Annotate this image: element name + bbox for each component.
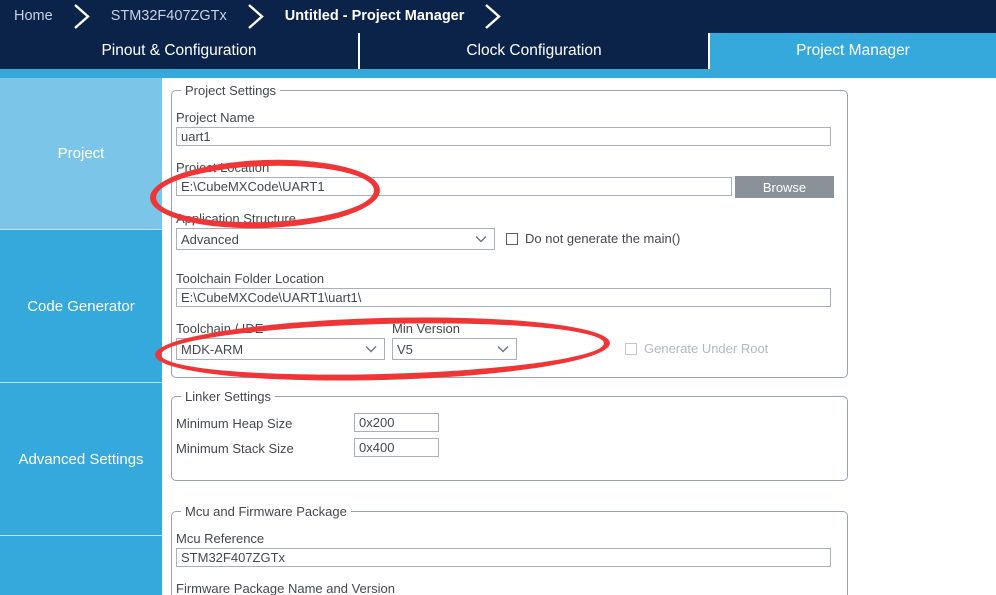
tab-project-manager[interactable]: Project Manager [710,33,996,69]
sidebar-item-advanced-settings[interactable]: Advanced Settings [0,383,162,536]
toolchain-folder-label: Toolchain Folder Location [176,271,325,286]
browse-button[interactable]: Browse [735,176,834,198]
breadcrumb: Home STM32F407ZGTx Untitled - Project Ma… [0,0,996,33]
chevron-down-icon [362,339,380,359]
sidebar-item-code-generator[interactable]: Code Generator [0,230,162,383]
chevron-down-icon [472,229,490,249]
application-structure-label: Application Structure [176,211,296,226]
minimum-heap-size-input[interactable]: 0x200 [354,413,439,432]
tab-clock-configuration[interactable]: Clock Configuration [360,33,710,69]
linker-settings-group-title: Linker Settings [181,389,275,404]
project-location-input[interactable]: E:\CubeMXCode\UART1 [176,177,732,196]
checkbox-icon[interactable] [506,232,518,245]
toolchain-ide-dropdown[interactable]: MDK-ARM [176,338,385,360]
project-settings-group-title: Project Settings [181,83,281,98]
mcu-reference-input[interactable]: STM32F407ZGTx [176,548,831,567]
linker-settings-group: Linker Settings [171,389,848,481]
tab-pinout-configuration[interactable]: Pinout & Configuration [0,33,360,69]
stm32cubemx-window: Home STM32F407ZGTx Untitled - Project Ma… [0,0,996,595]
minimum-stack-size-input[interactable]: 0x400 [354,438,439,457]
mcu-firmware-group-title: Mcu and Firmware Package [181,504,351,519]
minimum-heap-size-label: Minimum Heap Size [176,416,293,431]
chevron-right-icon [241,0,271,33]
chevron-down-icon [494,339,512,359]
minimum-stack-size-label: Minimum Stack Size [176,441,294,456]
checkbox-icon [625,342,637,355]
project-name-input[interactable]: uart1 [176,127,831,146]
tab-underline [0,69,996,78]
min-version-value: V5 [397,341,413,357]
do-not-generate-main-checkbox-row[interactable]: Do not generate the main() [506,231,680,246]
sidebar-item-project[interactable]: Project [0,78,162,230]
sidebar-item-partial[interactable] [0,536,162,595]
sidebar: Project Code Generator Advanced Settings [0,78,162,595]
do-not-generate-main-label: Do not generate the main() [525,231,681,246]
application-structure-dropdown[interactable]: Advanced [176,228,495,250]
project-location-label: Project Location [176,160,270,175]
min-version-dropdown[interactable]: V5 [392,338,517,360]
chevron-right-icon [67,0,97,33]
breadcrumb-item-current[interactable]: Untitled - Project Manager [271,0,479,33]
toolchain-folder-input[interactable]: E:\CubeMXCode\UART1\uart1\ [176,288,831,307]
generate-under-root-label: Generate Under Root [644,341,769,356]
chevron-right-icon [478,0,508,33]
main-tabbar: Pinout & Configuration Clock Configurati… [0,33,996,69]
toolchain-ide-value: MDK-ARM [181,341,244,357]
application-structure-value: Advanced [181,231,239,247]
toolchain-ide-label: Toolchain / IDE [176,321,264,336]
firmware-package-label: Firmware Package Name and Version [176,581,395,595]
generate-under-root-checkbox-row: Generate Under Root [625,341,768,356]
breadcrumb-item-home[interactable]: Home [0,0,67,33]
project-name-label: Project Name [176,110,255,125]
min-version-label: Min Version [392,321,460,336]
breadcrumb-item-mcu[interactable]: STM32F407ZGTx [97,0,241,33]
project-manager-panel: Project Settings Project Name uart1 Proj… [162,78,996,595]
mcu-reference-label: Mcu Reference [176,531,265,546]
